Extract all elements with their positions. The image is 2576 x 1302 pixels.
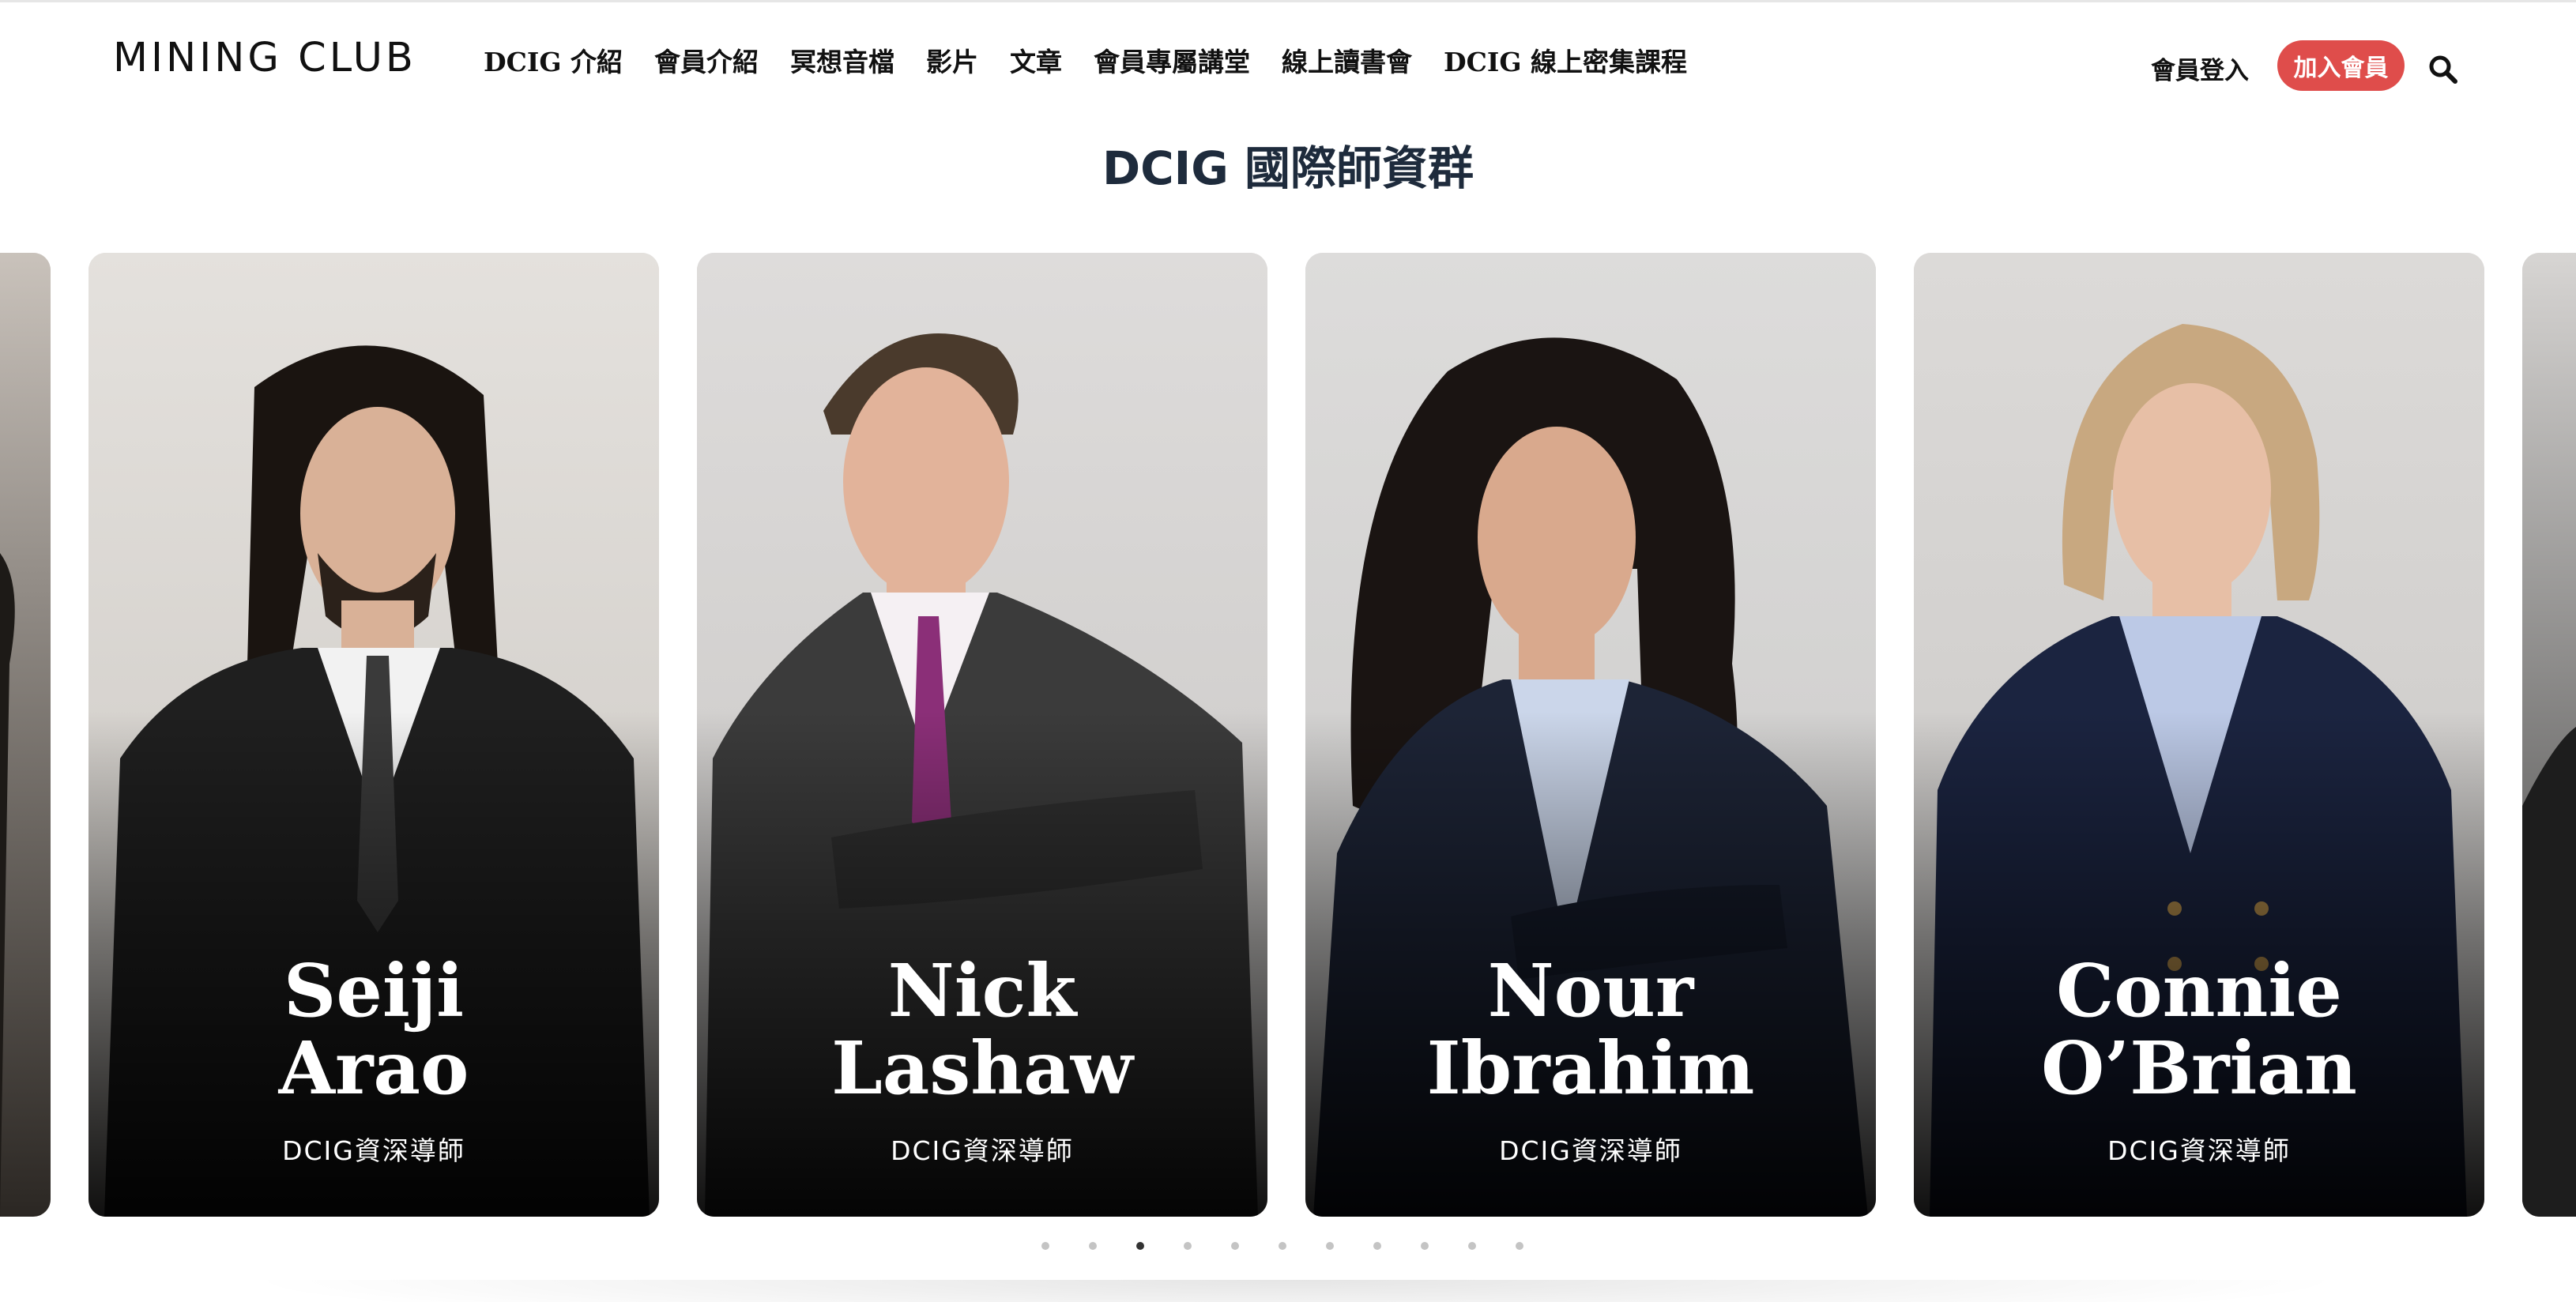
nav-item-member-lectures[interactable]: 會員專屬講堂 (1094, 41, 1250, 79)
instructor-role: DCIG資深導師 (282, 1135, 465, 1166)
pagination-dot[interactable] (1326, 1242, 1334, 1250)
pagination-dot[interactable] (1373, 1242, 1381, 1250)
instructor-card[interactable]: Nick Lashaw DCIG資深導師 (697, 253, 1267, 1217)
pagination-dot[interactable] (1421, 1242, 1429, 1250)
main-nav: DCIG 介紹 會員介紹 冥想音檔 影片 文章 會員專屬講堂 線上讀書會 DCI… (484, 41, 1687, 79)
nav-item-intensive-course[interactable]: DCIG 線上密集課程 (1444, 41, 1687, 79)
instructor-name: Nick Lashaw (831, 948, 1133, 1111)
instructor-name: Connie O’Brian (2041, 948, 2357, 1111)
pagination-dot[interactable] (1468, 1242, 1476, 1250)
nav-item-videos[interactable]: 影片 (926, 41, 978, 79)
instructor-name: Seiji Arao (278, 948, 469, 1111)
nav-item-meditation-audio[interactable]: 冥想音檔 (790, 41, 894, 79)
instructor-role: DCIG資深導師 (891, 1135, 1074, 1166)
pagination-dot-active[interactable] (1136, 1242, 1144, 1250)
pagination-dot[interactable] (1516, 1242, 1523, 1250)
site-logo[interactable]: MINING CLUB (113, 35, 416, 81)
top-divider (0, 0, 2576, 2)
instructor-card[interactable]: Connie O’Brian DCIG資深導師 (1914, 253, 2484, 1217)
nav-item-articles[interactable]: 文章 (1010, 41, 1062, 79)
pagination-dot[interactable] (1279, 1242, 1286, 1250)
instructor-card[interactable]: Seiji Arao DCIG資深導師 (89, 253, 659, 1217)
join-member-button[interactable]: 加入會員 (2277, 40, 2405, 91)
nav-item-dcig-intro[interactable]: DCIG 介紹 (484, 41, 623, 79)
card-partial-left[interactable] (0, 253, 51, 1217)
login-link[interactable]: 會員登入 (2151, 51, 2249, 86)
pagination-dot[interactable] (1231, 1242, 1239, 1250)
instructor-name: Nour Ibrahim (1426, 948, 1755, 1111)
instructor-role: DCIG資深導師 (2107, 1135, 2291, 1166)
section-title: DCIG 國際師資群 (1102, 141, 1474, 195)
instructor-role: DCIG資深導師 (1499, 1135, 1682, 1166)
pagination-dot[interactable] (1184, 1242, 1192, 1250)
search-icon[interactable] (2427, 54, 2459, 85)
instructor-carousel[interactable]: Seiji Arao DCIG資深導師 Nick Lashaw DCIG資深導師 (0, 253, 2576, 1217)
pagination-dot[interactable] (1089, 1242, 1097, 1250)
pagination-dot[interactable] (1041, 1242, 1049, 1250)
instructor-card[interactable]: Nour Ibrahim DCIG資深導師 (1305, 253, 1876, 1217)
carousel-pagination (1041, 1242, 1523, 1250)
next-section-shadow (237, 1280, 2355, 1302)
nav-item-book-club[interactable]: 線上讀書會 (1282, 41, 1412, 79)
card-partial-right[interactable] (2522, 253, 2576, 1217)
nav-item-members[interactable]: 會員介紹 (654, 41, 759, 79)
